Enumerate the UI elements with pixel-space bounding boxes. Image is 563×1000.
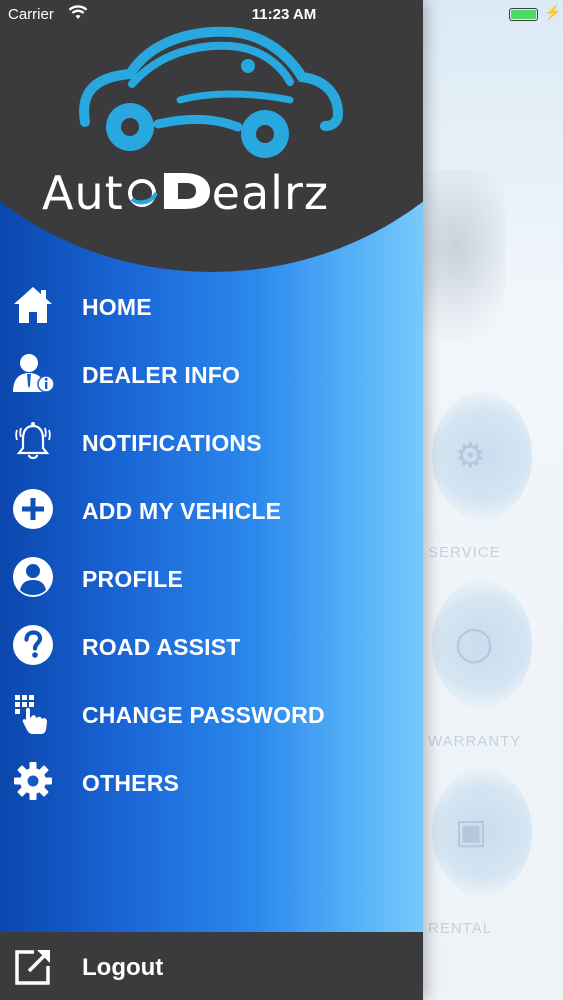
external-link-icon: [12, 946, 54, 988]
question-icon: [12, 624, 54, 666]
logout-label: Logout: [82, 954, 164, 981]
logo-text-right: ealrz: [211, 166, 329, 220]
bell-icon: [12, 420, 54, 462]
warranty-label: WARRANTY: [428, 733, 522, 750]
logo-d-glyph: [163, 173, 210, 209]
rental-icon: ▣: [455, 813, 488, 851]
menu-item-profile[interactable]: PROFILE: [0, 546, 423, 606]
gear-icon: [12, 760, 54, 802]
menu-item-notifications[interactable]: NOTIFICATIONS: [0, 410, 423, 470]
profile-icon: [12, 556, 54, 598]
menu-item-road-assist[interactable]: ROAD ASSIST: [0, 614, 423, 674]
menu-label-notifications: NOTIFICATIONS: [82, 430, 262, 456]
menu-label-change-password: CHANGE PASSWORD: [82, 702, 325, 728]
battery-icon: [509, 8, 538, 21]
menu-label-add-my-vehicle: ADD MY VEHICLE: [82, 498, 282, 524]
menu-label-others: OTHERS: [82, 770, 180, 796]
menu-label-profile: PROFILE: [82, 566, 184, 592]
menu-label-dealer-info: DEALER INFO: [82, 362, 241, 388]
logout-button[interactable]: Logout: [0, 932, 423, 1000]
rental-label: RENTAL: [428, 920, 493, 937]
menu-item-dealer-info[interactable]: DEALER INFO: [0, 342, 423, 402]
plus-circle-icon: [12, 488, 54, 530]
menu-label-home: HOME: [82, 294, 152, 320]
service-icon: ⚙: [455, 437, 486, 475]
charging-icon: ⚡: [544, 4, 562, 20]
warranty-icon: ◯: [455, 625, 494, 663]
menu-item-others[interactable]: OTHERS: [0, 750, 423, 810]
menu-item-change-password[interactable]: CHANGE PASSWORD: [0, 682, 423, 742]
menu-item-add-my-vehicle[interactable]: ADD MY VEHICLE: [0, 478, 423, 538]
logo-text-left: Aut: [42, 166, 124, 220]
logo-wordmark: Aut ealrz: [42, 166, 329, 220]
side-drawer: Aut ealrz HOME DEALER INFO NOTIFICATIONS…: [0, 0, 423, 1000]
menu-label-road-assist: ROAD ASSIST: [82, 634, 241, 660]
service-label: SERVICE: [428, 544, 501, 561]
home-icon: [12, 284, 54, 326]
dealer-info-icon: [12, 352, 55, 394]
clock: 11:23 AM: [251, 6, 317, 23]
keypad-touch-icon: [12, 692, 54, 734]
menu-item-home[interactable]: HOME: [0, 274, 423, 334]
logo-o-swirl: [127, 179, 158, 207]
status-bar: Carrier 11:23 AM ⚡: [0, 0, 563, 32]
